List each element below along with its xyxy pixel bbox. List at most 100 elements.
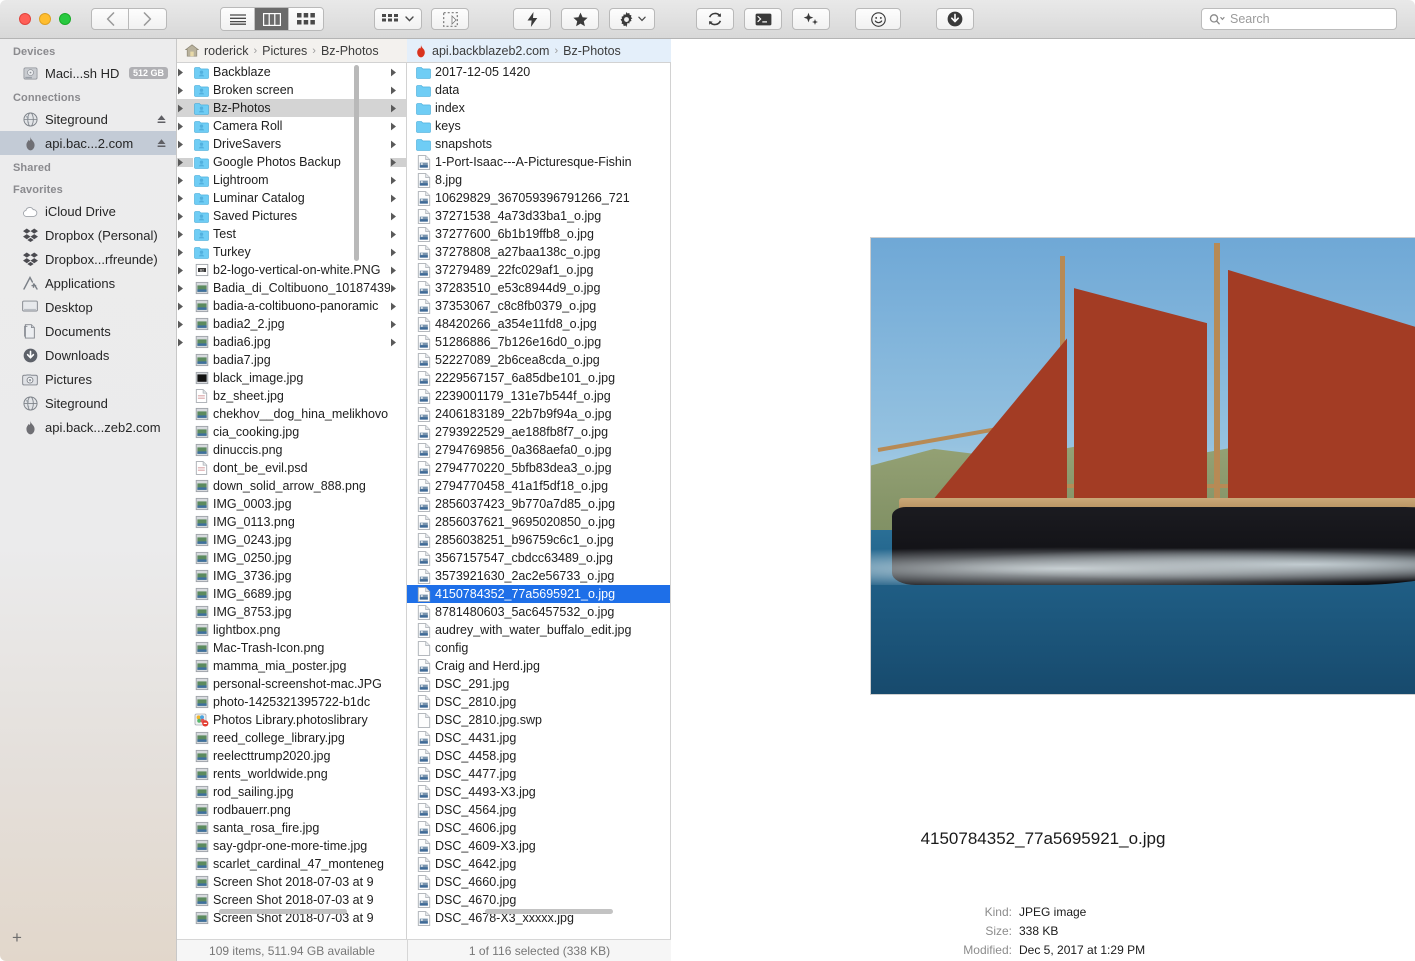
table-row[interactable]: black_image.jpg xyxy=(177,369,406,387)
table-row[interactable]: IMG_6689.jpg xyxy=(177,585,406,603)
sidebar-item-api-back-zeb2-com[interactable]: api.back...zeb2.com xyxy=(0,415,176,439)
sidebar-item-icloud-drive[interactable]: iCloud Drive xyxy=(0,199,176,223)
table-row[interactable]: IMG_8753.jpg xyxy=(177,603,406,621)
table-row[interactable]: santa_rosa_fire.jpg xyxy=(177,819,406,837)
disclosure-triangle-icon[interactable] xyxy=(177,212,193,221)
table-row[interactable]: 8.jpg xyxy=(407,171,670,189)
table-row[interactable]: 2794770220_5bfb83dea3_o.jpg xyxy=(407,459,670,477)
sidebar-item-applications[interactable]: Applications xyxy=(0,271,176,295)
table-row[interactable]: index xyxy=(407,99,670,117)
disclosure-triangle-right-icon[interactable] xyxy=(390,230,406,239)
refresh-button[interactable] xyxy=(696,8,734,30)
disclosure-triangle-right-icon[interactable] xyxy=(390,302,406,311)
sparkle-button[interactable] xyxy=(792,8,830,30)
terminal-button[interactable] xyxy=(744,8,782,30)
breadcrumb-part[interactable]: Pictures xyxy=(262,44,307,58)
table-row[interactable]: 2017-12-05 1420 xyxy=(407,63,670,81)
table-row[interactable]: 37271538_4a73d33ba1_o.jpg xyxy=(407,207,670,225)
disclosure-triangle-right-icon[interactable] xyxy=(390,157,406,167)
table-row[interactable]: badia7.jpg xyxy=(177,351,406,369)
disclosure-triangle-right-icon[interactable] xyxy=(390,68,406,77)
back-button[interactable] xyxy=(91,8,129,30)
gallery-view-button[interactable] xyxy=(289,8,323,30)
table-row[interactable]: IMG_3736.jpg xyxy=(177,567,406,585)
favorite-button[interactable] xyxy=(561,8,599,30)
sidebar[interactable]: Devices Maci...sh HD 512 GB Connections Site… xyxy=(0,39,177,961)
breadcrumb-part[interactable]: Bz-Photos xyxy=(563,44,621,58)
table-row[interactable]: lightbox.png xyxy=(177,621,406,639)
disclosure-triangle-right-icon[interactable] xyxy=(390,284,406,293)
table-row[interactable]: 37353067_c8c8fb0379_o.jpg xyxy=(407,297,670,315)
sidebar-item-dropbox-rfreunde[interactable]: Dropbox...rfreunde) xyxy=(0,247,176,271)
sidebar-item-siteground[interactable]: Siteground xyxy=(0,391,176,415)
table-row[interactable]: 2794770458_41a1f5df18_o.jpg xyxy=(407,477,670,495)
table-row[interactable]: dont_be_evil.psd xyxy=(177,459,406,477)
sidebar-item-maci-sh-hd[interactable]: Maci...sh HD 512 GB xyxy=(0,61,176,85)
table-row[interactable]: badia6.jpg xyxy=(177,333,406,351)
disclosure-triangle-icon[interactable] xyxy=(177,194,193,203)
table-row[interactable]: IMG_0113.png xyxy=(177,513,406,531)
table-row[interactable]: IMG_0003.jpg xyxy=(177,495,406,513)
table-row[interactable]: Backblaze xyxy=(177,63,406,81)
breadcrumb-remote[interactable]: api.backblazeb2.com › Bz-Photos xyxy=(407,39,671,63)
table-row[interactable]: DSC_4660.jpg xyxy=(407,873,670,891)
table-row[interactable]: data xyxy=(407,81,670,99)
table-row[interactable]: say-gdpr-one-more-time.jpg xyxy=(177,837,406,855)
disclosure-triangle-icon[interactable] xyxy=(177,284,193,293)
disclosure-triangle-icon[interactable] xyxy=(177,104,193,113)
disclosure-triangle-right-icon[interactable] xyxy=(390,140,406,149)
disclosure-triangle-right-icon[interactable] xyxy=(390,104,406,113)
table-row[interactable]: IMG_0250.jpg xyxy=(177,549,406,567)
disclosure-triangle-right-icon[interactable] xyxy=(390,212,406,221)
disclosure-triangle-right-icon[interactable] xyxy=(390,320,406,329)
table-row[interactable]: 1-Port-Isaac---A-Picturesque-Fishin xyxy=(407,153,670,171)
table-row[interactable]: DSC_4642.jpg xyxy=(407,855,670,873)
file-list-remote[interactable]: 2017-12-05 1420 data index keys snapshots 1-P… xyxy=(407,63,671,939)
table-row[interactable]: cia_cooking.jpg xyxy=(177,423,406,441)
breadcrumb-local[interactable]: roderick › Pictures › Bz-Photos xyxy=(177,39,407,63)
table-row[interactable]: 37283510_e53c8944d9_o.jpg xyxy=(407,279,670,297)
table-row[interactable]: 2793922529_ae188fb8f7_o.jpg xyxy=(407,423,670,441)
emoji-button[interactable] xyxy=(855,8,901,30)
table-row[interactable]: IMG_0243.jpg xyxy=(177,531,406,549)
disclosure-triangle-icon[interactable] xyxy=(177,338,193,347)
table-row[interactable]: DSC_4564.jpg xyxy=(407,801,670,819)
table-row[interactable]: 2239001179_131e7b544f_o.jpg xyxy=(407,387,670,405)
disclosure-triangle-icon[interactable] xyxy=(177,320,193,329)
table-row[interactable]: 3573921630_2ac2e56733_o.jpg xyxy=(407,567,670,585)
sidebar-item-downloads[interactable]: Downloads xyxy=(0,343,176,367)
disclosure-triangle-right-icon[interactable] xyxy=(390,248,406,257)
eject-icon[interactable] xyxy=(156,138,167,149)
table-row[interactable]: 48420266_a354e11fd8_o.jpg xyxy=(407,315,670,333)
table-row[interactable]: 37277600_6b1b19ffb8_o.jpg xyxy=(407,225,670,243)
table-row[interactable]: keys xyxy=(407,117,670,135)
table-row[interactable]: 37278808_a27baa138c_o.jpg xyxy=(407,243,670,261)
table-row[interactable]: Google Photos Backup xyxy=(177,153,406,171)
table-row[interactable]: photo-1425321395722-b1dc xyxy=(177,693,406,711)
table-row[interactable]: rod_sailing.jpg xyxy=(177,783,406,801)
disclosure-triangle-icon[interactable] xyxy=(177,157,193,167)
table-row[interactable]: Bz-Photos xyxy=(177,99,406,117)
table-row[interactable]: 2229567157_6a85dbe101_o.jpg xyxy=(407,369,670,387)
horizontal-scrollbar-remote[interactable] xyxy=(485,909,613,914)
eject-icon[interactable] xyxy=(156,114,167,125)
add-connection-button[interactable]: + xyxy=(12,928,22,948)
table-row[interactable]: DSC_2810.jpg.swp xyxy=(407,711,670,729)
table-row[interactable]: Screen Shot 2018-07-03 at 9 xyxy=(177,873,406,891)
minimize-icon[interactable] xyxy=(39,13,51,25)
table-row[interactable]: reelecttrump2020.jpg xyxy=(177,747,406,765)
table-row[interactable]: Mac-Trash-Icon.png xyxy=(177,639,406,657)
table-row[interactable]: personal-screenshot-mac.JPG xyxy=(177,675,406,693)
disclosure-triangle-icon[interactable] xyxy=(177,140,193,149)
table-row[interactable]: DSC_4477.jpg xyxy=(407,765,670,783)
table-row[interactable]: 51286886_7b126e16d0_o.jpg xyxy=(407,333,670,351)
horizontal-scrollbar-local[interactable] xyxy=(219,909,347,914)
table-row[interactable]: 2856037621_9695020850_o.jpg xyxy=(407,513,670,531)
tags-button[interactable] xyxy=(431,8,469,30)
table-row[interactable]: Craig and Herd.jpg xyxy=(407,657,670,675)
sidebar-item-siteground[interactable]: Siteground xyxy=(0,107,176,131)
disclosure-triangle-icon[interactable] xyxy=(177,86,193,95)
table-row[interactable]: Broken screen xyxy=(177,81,406,99)
table-row[interactable]: rents_worldwide.png xyxy=(177,765,406,783)
disclosure-triangle-right-icon[interactable] xyxy=(390,122,406,131)
